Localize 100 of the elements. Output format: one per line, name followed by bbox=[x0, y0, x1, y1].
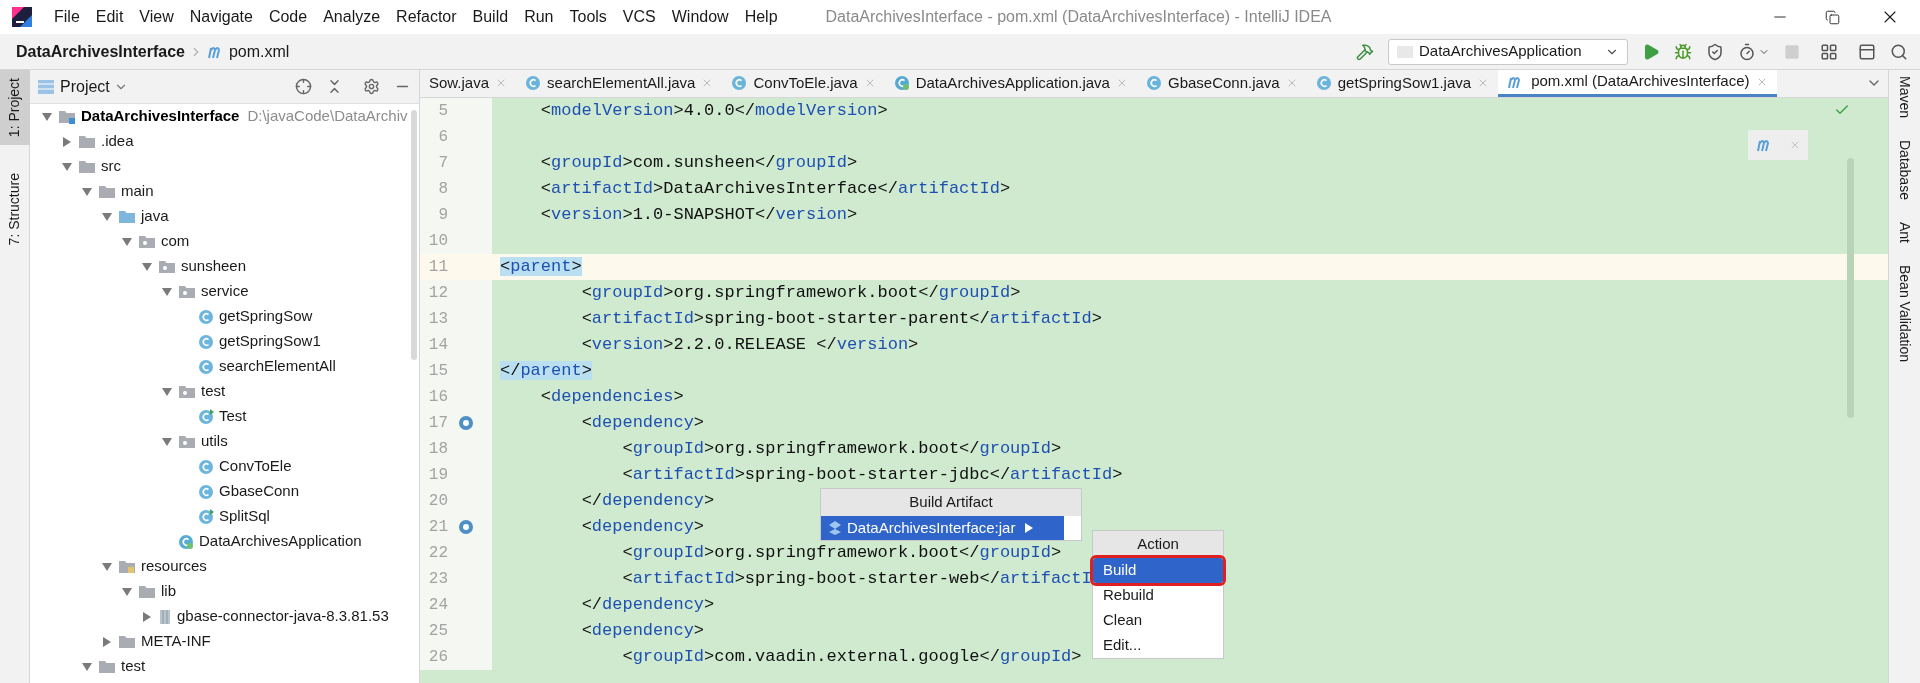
editor-tab[interactable]: GbaseConn.java bbox=[1136, 70, 1307, 97]
breadcrumb-file[interactable]: pom.xml bbox=[228, 39, 290, 64]
expand-arrow-icon[interactable] bbox=[42, 112, 52, 121]
project-view-icon bbox=[38, 79, 54, 94]
panel-title[interactable]: Project bbox=[60, 74, 110, 99]
line-number: 23 bbox=[427, 569, 448, 590]
restore-icon[interactable] bbox=[1825, 9, 1840, 25]
menu-item[interactable]: Code bbox=[260, 5, 316, 29]
expand-arrow-icon[interactable] bbox=[102, 212, 112, 221]
hammer-icon[interactable] bbox=[1356, 42, 1374, 61]
expand-arrow-icon[interactable] bbox=[162, 437, 172, 446]
editor-tab[interactable]: searchElementAll.java bbox=[516, 70, 723, 97]
menu-item[interactable]: View bbox=[131, 5, 182, 29]
popup-menu-item[interactable]: Edit... bbox=[1093, 633, 1223, 658]
menu-item[interactable]: VCS bbox=[614, 5, 664, 29]
expand-arrow-icon[interactable] bbox=[122, 587, 132, 596]
tool-window-tab[interactable]: Database bbox=[1894, 140, 1915, 200]
editor-tab[interactable]: Sow.java bbox=[420, 70, 517, 97]
menu-item[interactable]: Window bbox=[663, 5, 737, 29]
line-number: 18 bbox=[427, 439, 448, 460]
tool-window-tab[interactable]: Ant bbox=[1894, 221, 1915, 243]
popup-menu-item[interactable]: DataArchivesInterface:jar bbox=[821, 516, 1064, 540]
scrollbar[interactable] bbox=[411, 110, 417, 360]
code-line: <modelVersion>4.0.0</modelVersion> bbox=[539, 100, 888, 123]
locate-icon[interactable] bbox=[295, 78, 312, 95]
menu-item[interactable]: Tools bbox=[561, 5, 615, 29]
tool-window-tab[interactable]: 7: Structure bbox=[0, 165, 30, 254]
tool-window-tab[interactable]: Bean Validation bbox=[1894, 265, 1915, 363]
breadcrumb-project[interactable]: DataArchivesInterface bbox=[16, 39, 185, 64]
tree-item[interactable]: DataArchivesApplication bbox=[199, 530, 362, 553]
class-icon bbox=[198, 408, 214, 425]
tree-item[interactable]: getSpringSow1 bbox=[219, 330, 321, 353]
expand-arrow-icon[interactable] bbox=[162, 387, 172, 396]
line-number: 17 bbox=[427, 413, 448, 434]
tree-item[interactable]: getSpringSow bbox=[219, 305, 313, 328]
tree-item[interactable]: lib bbox=[161, 580, 176, 603]
expand-arrow-icon[interactable] bbox=[122, 237, 132, 246]
tree-item[interactable]: main bbox=[121, 180, 154, 203]
line-number: 25 bbox=[427, 621, 448, 642]
line-number: 9 bbox=[437, 205, 448, 226]
editor-tab[interactable]: DataArchivesApplication.java bbox=[884, 70, 1137, 97]
menu-item[interactable]: Build bbox=[464, 5, 517, 29]
menu-item[interactable]: Analyze bbox=[315, 5, 389, 29]
popup-menu-item[interactable]: Build bbox=[1093, 558, 1223, 583]
folder-icon bbox=[178, 434, 196, 449]
collapse-arrow-icon[interactable] bbox=[143, 611, 151, 622]
run-icon[interactable] bbox=[1642, 42, 1660, 61]
tree-item[interactable]: test bbox=[121, 655, 146, 678]
tree-item[interactable]: service bbox=[201, 280, 249, 303]
editor-tab[interactable]: getSpringSow1.java bbox=[1306, 70, 1499, 97]
profiler-icon[interactable] bbox=[1738, 42, 1756, 61]
tree-item[interactable]: SplitSql bbox=[219, 505, 270, 528]
debug-icon[interactable] bbox=[1674, 42, 1692, 61]
menu-item[interactable]: Help bbox=[736, 5, 786, 29]
tool-window-tab[interactable]: Maven bbox=[1894, 76, 1915, 119]
tree-item[interactable]: utils bbox=[201, 430, 228, 453]
popup-menu-item[interactable]: Clean bbox=[1093, 608, 1223, 633]
tree-item[interactable]: resources bbox=[141, 555, 207, 578]
run-config-dropdown[interactable]: DataArchivesApplication bbox=[1388, 38, 1628, 65]
tree-item[interactable]: com bbox=[161, 230, 190, 253]
tree-item[interactable]: gbase-connector-java-8.3.81.53 bbox=[177, 605, 389, 628]
menu-item[interactable]: File bbox=[46, 5, 88, 29]
tree-item[interactable]: .idea bbox=[101, 130, 134, 153]
tree-item[interactable]: GbaseConn bbox=[219, 480, 300, 503]
line-number: 13 bbox=[427, 309, 448, 330]
popup-menu-item[interactable]: Rebuild bbox=[1093, 583, 1223, 608]
settings-icon[interactable] bbox=[363, 78, 380, 95]
tree-item[interactable]: java bbox=[141, 205, 169, 228]
tree-item[interactable]: src bbox=[101, 155, 121, 178]
collapse-arrow-icon[interactable] bbox=[63, 136, 71, 147]
menu-item[interactable]: Edit bbox=[87, 5, 132, 29]
tree-item[interactable]: META-INF bbox=[141, 630, 211, 653]
tree-item[interactable]: sunsheen bbox=[181, 255, 247, 278]
coverage-icon[interactable] bbox=[1706, 42, 1724, 61]
tree-item[interactable]: DataArchivesInterface bbox=[81, 105, 240, 128]
class-icon bbox=[731, 75, 748, 91]
expand-arrow-icon[interactable] bbox=[62, 162, 72, 171]
editor-scrollbar[interactable] bbox=[1847, 158, 1854, 418]
tree-item[interactable]: Test bbox=[219, 405, 247, 428]
tree-item[interactable]: test bbox=[201, 380, 226, 403]
expand-arrow-icon[interactable] bbox=[82, 187, 92, 196]
menu-item[interactable]: Navigate bbox=[181, 5, 261, 29]
class-icon bbox=[198, 333, 214, 350]
expand-arrow-icon[interactable] bbox=[82, 662, 92, 671]
editor-tab[interactable]: pom.xml (DataArchivesInterface) bbox=[1498, 70, 1777, 97]
project-path: D:\javaCode\DataArchiv bbox=[247, 106, 408, 127]
tree-item[interactable]: ConvToEle bbox=[219, 455, 292, 478]
expand-arrow-icon[interactable] bbox=[142, 262, 152, 271]
tree-item[interactable]: searchElementAll bbox=[219, 355, 336, 378]
tool-window-tab[interactable]: 1: Project bbox=[0, 70, 30, 146]
code-line: <groupId>org.springframework.boot</groupId> bbox=[621, 438, 1062, 461]
collapse-arrow-icon[interactable] bbox=[103, 636, 111, 647]
menu-item[interactable]: Refactor bbox=[388, 5, 465, 29]
editor-tab[interactable]: ConvToEle.java bbox=[722, 70, 885, 97]
search-icon[interactable] bbox=[1890, 42, 1908, 61]
terminal-icon[interactable] bbox=[1858, 42, 1876, 61]
project-structure-icon[interactable] bbox=[1820, 42, 1838, 61]
expand-arrow-icon[interactable] bbox=[162, 287, 172, 296]
menu-item[interactable]: Run bbox=[516, 5, 562, 29]
expand-arrow-icon[interactable] bbox=[102, 562, 112, 571]
